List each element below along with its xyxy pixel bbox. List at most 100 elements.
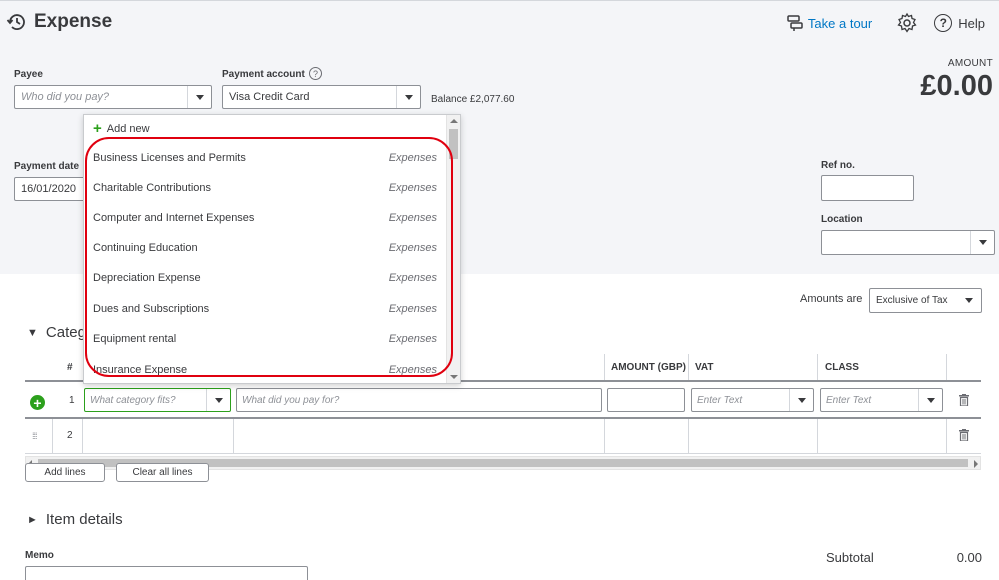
dropdown-option[interactable]: Depreciation Expense Expenses	[84, 263, 446, 293]
payee-label: Payee	[14, 69, 43, 80]
option-type: Expenses	[388, 364, 437, 376]
location-label: Location	[821, 214, 863, 225]
clear-all-lines-button[interactable]: Clear all lines	[116, 463, 209, 482]
chevron-down-icon[interactable]	[957, 289, 981, 312]
row-number: 1	[69, 395, 75, 406]
item-details-toggle[interactable]: ► Item details	[27, 511, 123, 528]
page-title: Expense	[34, 11, 113, 32]
drag-handle-icon[interactable]: ⁞⁞⁞	[32, 431, 37, 441]
take-tour-label: Take a tour	[807, 15, 873, 31]
dropdown-option[interactable]: Equipment rental Expenses	[84, 324, 446, 354]
chevron-down-icon[interactable]	[789, 389, 813, 411]
category-dropdown: + Add new Business Licenses and Permits E…	[83, 114, 461, 384]
description-input[interactable]: What did you pay for?	[236, 388, 602, 412]
column-divider	[688, 354, 689, 380]
scroll-up-icon[interactable]	[450, 119, 458, 123]
ref-no-label: Ref no.	[821, 160, 855, 171]
gear-icon[interactable]	[896, 12, 918, 34]
add-row-icon[interactable]: +	[30, 395, 45, 410]
option-name: Charitable Contributions	[93, 182, 212, 194]
help-button[interactable]: ? Help	[934, 14, 985, 32]
recent-transactions-icon[interactable]	[6, 11, 28, 33]
column-header-vat: VAT	[695, 361, 714, 373]
amounts-are-select[interactable]: Exclusive of Tax	[869, 288, 982, 313]
take-tour-link[interactable]: Take a tour	[786, 14, 872, 32]
class-placeholder: Enter Text	[826, 394, 872, 406]
add-lines-button[interactable]: Add lines	[25, 463, 105, 482]
column-divider	[817, 354, 818, 380]
scroll-down-icon[interactable]	[450, 375, 458, 379]
expand-triangle-icon: ►	[27, 513, 38, 526]
add-new-label: Add new	[106, 123, 150, 135]
option-name: Insurance Expense	[93, 364, 188, 376]
dropdown-option[interactable]: Computer and Internet Expenses Expenses	[84, 203, 446, 233]
add-new-option[interactable]: + Add new	[93, 121, 150, 136]
payee-select[interactable]: Who did you pay?	[14, 85, 212, 109]
page-header: Expense	[6, 11, 112, 33]
dropdown-scrollbar[interactable]	[446, 115, 460, 383]
item-details-title: Item details	[45, 511, 123, 528]
row-divider	[25, 453, 981, 454]
trash-icon[interactable]	[959, 429, 969, 441]
dropdown-option[interactable]: Insurance Expense Expenses	[84, 355, 446, 383]
option-type: Expenses	[388, 303, 437, 315]
description-placeholder: What did you pay for?	[242, 394, 340, 406]
trash-icon[interactable]	[959, 394, 969, 406]
category-select[interactable]: What category fits?	[84, 388, 231, 412]
dropdown-option[interactable]: Continuing Education Expenses	[84, 233, 446, 263]
payment-date-value: 16/01/2020	[21, 183, 77, 195]
column-divider	[688, 419, 689, 453]
payment-account-select[interactable]: Visa Credit Card	[222, 85, 421, 109]
subtotal-value: 0.00	[956, 550, 982, 565]
amount-input[interactable]	[607, 388, 685, 412]
column-divider	[946, 354, 947, 380]
option-type: Expenses	[388, 272, 437, 284]
dropdown-option[interactable]: Charitable Contributions Expenses	[84, 173, 446, 203]
memo-label: Memo	[25, 550, 54, 561]
dropdown-option[interactable]: Dues and Subscriptions Expenses	[84, 294, 446, 324]
column-header-class: CLASS	[825, 361, 859, 373]
category-details-title: Categ	[45, 324, 86, 341]
amounts-are-label: Amounts are	[800, 293, 863, 305]
chevron-down-icon[interactable]	[970, 231, 994, 254]
chevron-down-icon[interactable]	[206, 389, 230, 411]
option-name: Depreciation Expense	[93, 272, 201, 284]
column-divider	[604, 419, 605, 453]
payment-account-label: Payment account	[222, 69, 305, 80]
option-type: Expenses	[388, 182, 437, 194]
payment-account-value: Visa Credit Card	[229, 91, 310, 103]
scrollbar-thumb[interactable]	[449, 129, 458, 159]
column-divider	[82, 419, 83, 453]
option-name: Continuing Education	[93, 242, 198, 254]
question-icon[interactable]: ?	[309, 67, 322, 80]
payment-date-label: Payment date	[14, 161, 80, 172]
column-divider	[604, 354, 605, 380]
location-select[interactable]	[821, 230, 995, 255]
help-icon: ?	[934, 14, 953, 32]
option-name: Business Licenses and Permits	[93, 152, 246, 164]
column-header-num: #	[67, 361, 73, 373]
scroll-right-icon[interactable]	[974, 460, 978, 468]
vat-select[interactable]: Enter Text	[691, 388, 814, 412]
memo-input[interactable]	[25, 566, 308, 580]
payment-date-input[interactable]: 16/01/2020	[14, 177, 86, 201]
vat-placeholder: Enter Text	[697, 394, 743, 406]
category-details-toggle[interactable]: ▼ Categ	[27, 324, 86, 341]
ref-no-input[interactable]	[821, 175, 914, 201]
amount-total: £0.00	[920, 70, 993, 102]
column-divider	[817, 419, 818, 453]
chevron-down-icon[interactable]	[187, 86, 211, 108]
chevron-down-icon[interactable]	[918, 389, 942, 411]
column-divider	[946, 419, 947, 453]
option-name: Computer and Internet Expenses	[93, 212, 255, 224]
column-divider	[233, 419, 234, 453]
option-type: Expenses	[388, 333, 437, 345]
option-name: Dues and Subscriptions	[93, 303, 210, 315]
column-divider	[52, 419, 53, 453]
chevron-down-icon[interactable]	[396, 86, 420, 108]
dropdown-option[interactable]: Business Licenses and Permits Expenses	[84, 143, 446, 173]
signpost-icon	[787, 15, 803, 31]
category-placeholder: What category fits?	[90, 394, 176, 406]
class-select[interactable]: Enter Text	[820, 388, 943, 412]
collapse-triangle-icon: ▼	[27, 326, 38, 339]
